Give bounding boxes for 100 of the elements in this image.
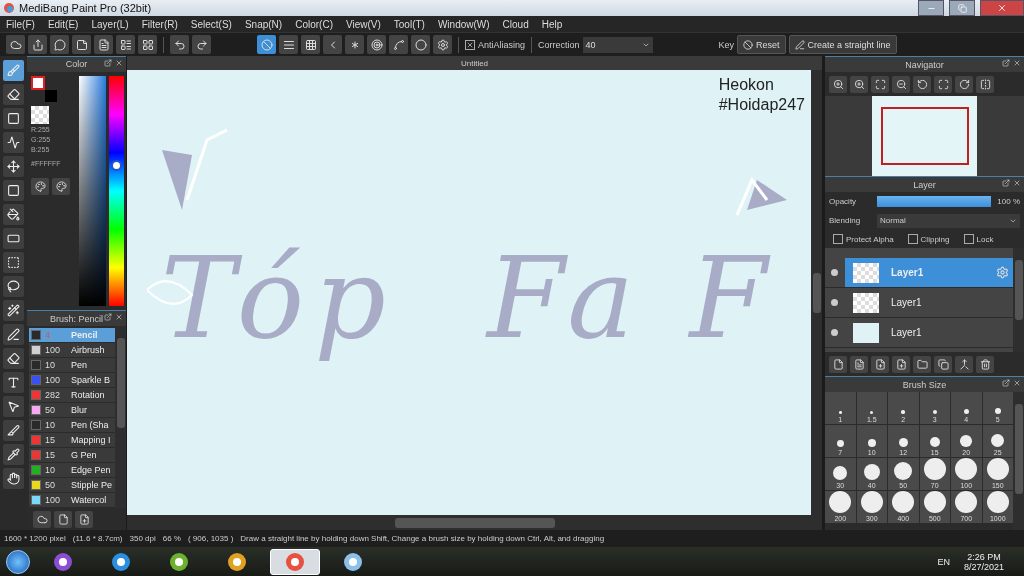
restore-button[interactable] — [949, 0, 975, 16]
close-icon[interactable] — [1013, 59, 1021, 67]
background-color-swatch[interactable] — [45, 89, 57, 102]
snap-button[interactable] — [411, 35, 430, 54]
minimize-button[interactable] — [918, 0, 944, 16]
menu-item[interactable]: File(F) — [6, 18, 35, 30]
toolbar-button[interactable] — [116, 35, 135, 54]
navigator-button[interactable] — [850, 75, 868, 93]
tool-button[interactable] — [3, 228, 24, 249]
tool-button[interactable] — [3, 396, 24, 417]
undo-button[interactable] — [170, 35, 189, 54]
menu-item[interactable]: Layer(L) — [91, 18, 129, 30]
layer-tool-button[interactable] — [829, 355, 847, 373]
tool-button[interactable] — [3, 84, 24, 105]
layer-item[interactable]: Layer1 — [845, 288, 1013, 317]
start-button[interactable] — [6, 549, 30, 574]
tool-button[interactable] — [3, 108, 24, 129]
brush-item[interactable]: 50 Blur — [29, 403, 115, 419]
menu-item[interactable]: Window(W) — [437, 18, 490, 30]
menu-item[interactable]: Tool(T) — [393, 18, 425, 30]
navigator-preview[interactable] — [825, 96, 1024, 176]
snap-button[interactable] — [301, 35, 320, 54]
brush-item[interactable]: 10 Pen — [29, 358, 115, 374]
scrollbar[interactable] — [127, 515, 822, 530]
layer-tool-button[interactable] — [934, 355, 952, 373]
navigator-button[interactable] — [955, 75, 973, 93]
tool-button[interactable] — [3, 252, 24, 273]
menu-item[interactable]: Select(S) — [190, 18, 232, 30]
layer-tool-button[interactable] — [913, 355, 931, 373]
menu-item[interactable]: Help — [541, 18, 563, 30]
brush-item[interactable]: 15 Mapping I — [29, 433, 115, 449]
option-checkbox[interactable] — [907, 234, 918, 244]
menu-item[interactable]: Snap(N) — [244, 18, 283, 30]
tool-button[interactable] — [3, 372, 24, 393]
snap-button[interactable] — [433, 35, 452, 54]
brush-item[interactable]: 10 Pen (Sha — [29, 418, 115, 434]
foreground-color-swatch[interactable] — [31, 75, 45, 90]
visibility-dot[interactable] — [831, 269, 838, 276]
antialiasing-checkbox[interactable] — [465, 39, 475, 50]
layer-tool-button[interactable] — [955, 355, 973, 373]
snap-button[interactable] — [367, 35, 386, 54]
layer-tool-button[interactable] — [892, 355, 910, 373]
tool-button[interactable] — [3, 444, 24, 465]
undock-icon[interactable] — [104, 59, 112, 67]
navigator-button[interactable] — [976, 75, 994, 93]
tool-button[interactable] — [3, 276, 24, 297]
correction-dropdown[interactable]: 40 — [582, 36, 653, 53]
menu-item[interactable]: Color(C) — [295, 18, 333, 30]
layer-tool-button[interactable] — [976, 355, 994, 373]
new-brush-button[interactable] — [54, 510, 72, 528]
undock-icon[interactable] — [1002, 59, 1010, 67]
tool-button[interactable] — [3, 204, 24, 225]
taskbar-app[interactable] — [270, 548, 320, 575]
tool-button[interactable] — [3, 348, 24, 369]
tool-button[interactable] — [3, 300, 24, 321]
transparent-swatch[interactable] — [31, 105, 49, 124]
toolbar-button[interactable] — [72, 35, 91, 54]
language-indicator[interactable]: EN — [937, 556, 950, 567]
opacity-slider[interactable] — [877, 196, 992, 207]
undock-icon[interactable] — [1002, 379, 1010, 387]
navigator-button[interactable] — [871, 75, 889, 93]
toolbar-button[interactable] — [138, 35, 157, 54]
navigator-button[interactable] — [913, 75, 931, 93]
document-tab[interactable]: Untitled — [127, 56, 822, 70]
blending-dropdown[interactable]: Normal — [877, 213, 1020, 228]
visibility-dot[interactable] — [831, 329, 838, 336]
tool-button[interactable] — [3, 132, 24, 153]
palette-button[interactable] — [31, 177, 49, 195]
layer-item[interactable]: Layer1 — [845, 318, 1013, 347]
close-icon[interactable] — [115, 59, 123, 67]
brush-item[interactable]: 282 Rotation — [29, 388, 115, 404]
brush-item[interactable]: 15 G Pen — [29, 448, 115, 464]
option-checkbox[interactable] — [963, 234, 974, 244]
menu-item[interactable]: Edit(E) — [47, 18, 79, 30]
brush-item[interactable]: 100 Watercol — [29, 493, 115, 509]
close-icon[interactable] — [1013, 379, 1021, 387]
toolbar-button[interactable] — [50, 35, 69, 54]
option-checkbox[interactable] — [833, 234, 843, 244]
scrollbar[interactable] — [811, 70, 822, 515]
undock-icon[interactable] — [1002, 179, 1010, 187]
brush-item[interactable]: 10 Edge Pen — [29, 463, 115, 479]
tool-button[interactable] — [3, 324, 24, 345]
toolbar-button[interactable] — [94, 35, 113, 54]
navigator-button[interactable] — [892, 75, 910, 93]
redo-button[interactable] — [192, 35, 211, 54]
undock-icon[interactable] — [104, 313, 112, 322]
close-icon[interactable] — [115, 313, 123, 322]
toolbar-button[interactable] — [28, 35, 47, 54]
saturation-brightness-picker[interactable] — [79, 75, 107, 307]
reset-button[interactable]: Reset — [737, 35, 786, 54]
navigator-button[interactable] — [829, 75, 847, 93]
clock[interactable]: 2:26 PM 8/27/2021 — [963, 551, 1004, 572]
canvas[interactable]: Heokon #Hoidap247 Tóp Fa F — [127, 70, 811, 515]
layer-tool-button[interactable] — [871, 355, 889, 373]
snap-button[interactable] — [345, 35, 364, 54]
menu-item[interactable]: Filter(R) — [141, 18, 178, 30]
tool-button[interactable] — [3, 180, 24, 201]
snap-button[interactable] — [279, 35, 298, 54]
toolbar-button[interactable] — [6, 35, 25, 54]
tool-button[interactable] — [3, 156, 24, 177]
